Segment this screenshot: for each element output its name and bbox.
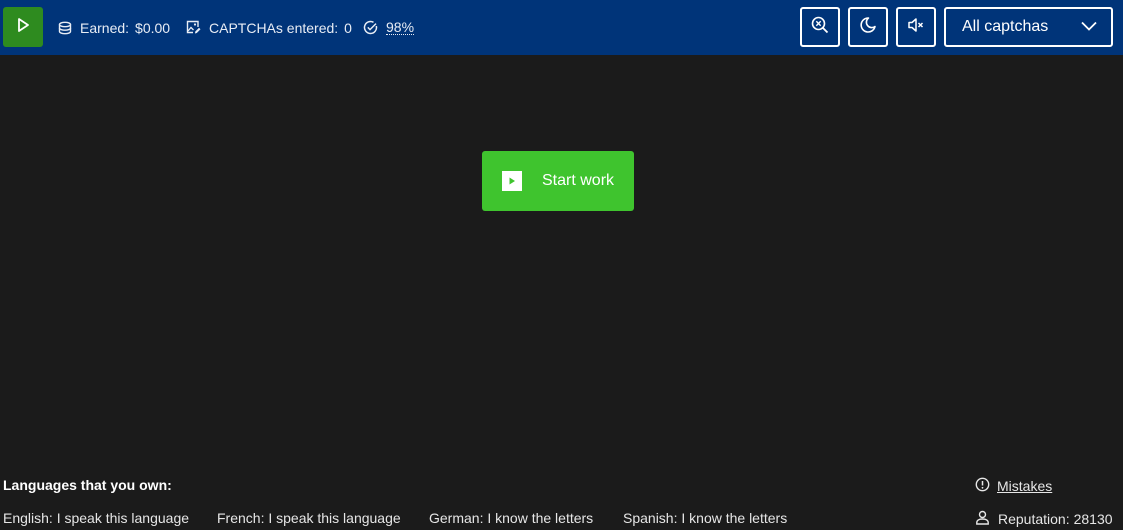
- reputation-stat: Reputation: 28130: [975, 510, 1113, 528]
- top-bar: Earned: $0.00 CAPTCHAs entered: 0 98% Al…: [0, 0, 1123, 55]
- user-icon: [975, 510, 990, 528]
- captchas-entered-stat: CAPTCHAs entered: 0: [186, 0, 352, 55]
- start-work-label: Start work: [542, 172, 615, 189]
- dark-mode-button[interactable]: [848, 7, 888, 47]
- play-icon: [502, 171, 522, 191]
- image-edit-icon: [186, 20, 201, 35]
- play-icon: [15, 17, 31, 38]
- accuracy-value[interactable]: 98%: [386, 20, 415, 35]
- earned-label: Earned:: [80, 19, 130, 36]
- check-circle-icon: [363, 20, 378, 35]
- mistakes-label[interactable]: Mistakes: [997, 478, 1052, 494]
- mistakes-link[interactable]: Mistakes: [975, 477, 1052, 495]
- info-icon: [975, 477, 990, 495]
- sound-mute-icon: [907, 16, 925, 39]
- accuracy-stat[interactable]: 98%: [363, 0, 415, 55]
- start-work-button[interactable]: Start work: [482, 151, 634, 211]
- captchas-entered-value: 0: [344, 19, 352, 36]
- earned-stat: Earned: $0.00: [58, 0, 170, 55]
- captcha-type-select[interactable]: All captchas: [944, 7, 1113, 47]
- zoom-reset-button[interactable]: [800, 7, 840, 47]
- zoom-reset-icon: [811, 16, 829, 39]
- language-item: German: I know the letters: [429, 510, 594, 526]
- coins-icon: [58, 21, 72, 35]
- play-button[interactable]: [3, 7, 43, 47]
- languages-heading: Languages that you own:: [3, 477, 172, 493]
- earned-value: $0.00: [135, 19, 171, 36]
- reputation-value: 28130: [1073, 511, 1113, 527]
- captchas-entered-label: CAPTCHAs entered:: [209, 19, 339, 36]
- captcha-type-value: All captchas: [962, 18, 1049, 35]
- chevron-down-icon: [1081, 18, 1097, 36]
- reputation-label: Reputation:: [998, 511, 1070, 527]
- language-item: Spanish: I know the letters: [623, 510, 788, 526]
- language-item: French: I speak this language: [217, 510, 401, 526]
- language-item: English: I speak this language: [3, 510, 190, 526]
- sound-toggle-button[interactable]: [896, 7, 936, 47]
- moon-icon: [859, 16, 877, 39]
